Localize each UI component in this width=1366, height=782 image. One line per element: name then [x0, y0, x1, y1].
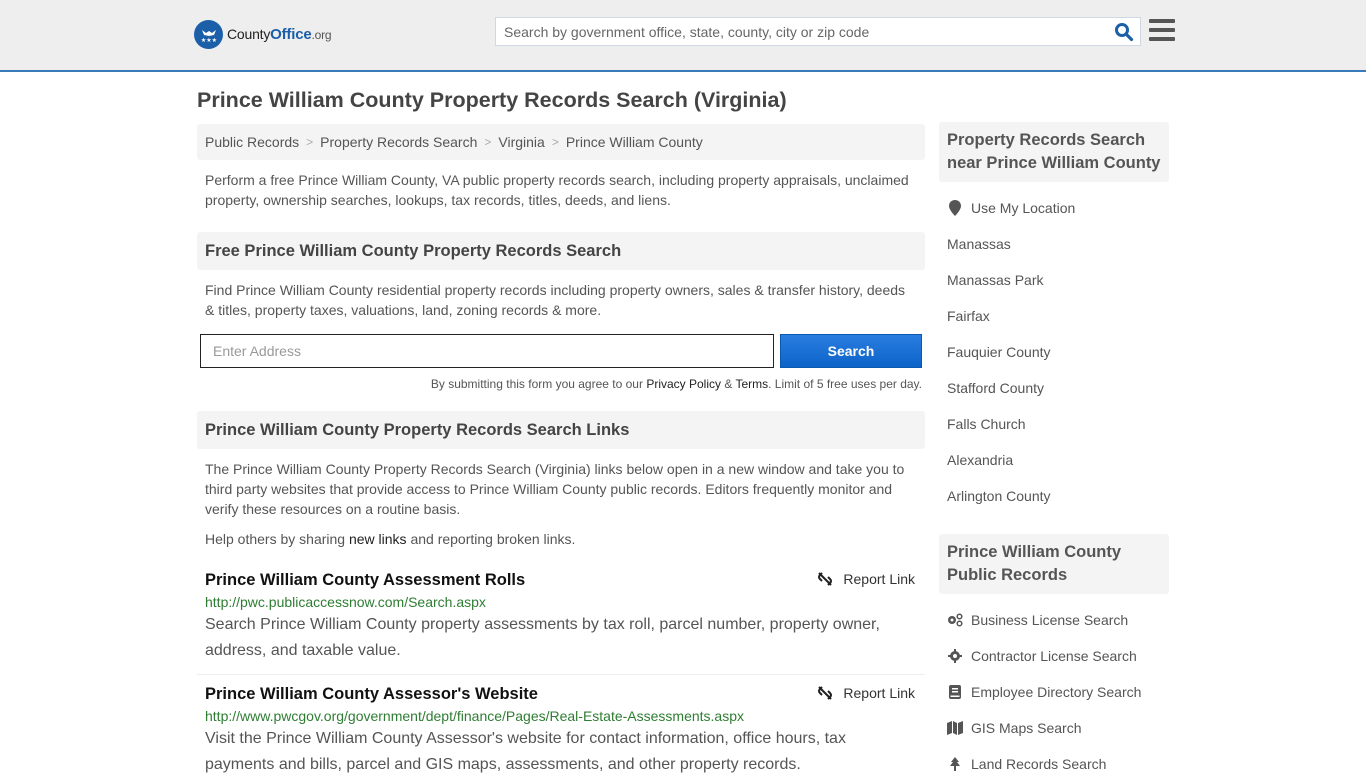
privacy-policy-link[interactable]: Privacy Policy — [646, 377, 721, 391]
intro-text: Perform a free Prince William County, VA… — [205, 172, 909, 208]
nearby-item[interactable]: Arlington County — [947, 478, 1161, 514]
public-record-link[interactable]: Business License Search — [971, 612, 1128, 628]
nearby-item[interactable]: Stafford County — [947, 370, 1161, 406]
nearby-link[interactable]: Arlington County — [947, 488, 1051, 504]
eagle-stars-icon: ★★★ — [194, 20, 223, 49]
resource-link-url: http://pwc.publicaccessnow.com/Search.as… — [205, 594, 486, 610]
free-search-description: Find Prince William County residential p… — [205, 282, 906, 318]
report-link-label: Report Link — [843, 685, 915, 701]
divider — [197, 674, 925, 675]
broken-link-icon — [818, 686, 833, 700]
help-suffix: and reporting broken links. — [406, 531, 576, 547]
breadcrumb-prince-william-county[interactable]: Prince William County — [566, 134, 703, 150]
resource-link-description: Search Prince William County property as… — [205, 616, 880, 659]
public-record-item[interactable]: Business License Search — [947, 602, 1161, 638]
nearby-link[interactable]: Stafford County — [947, 380, 1044, 396]
logo-text: CountyOffice.org — [227, 26, 332, 43]
address-search-form: Search — [197, 334, 925, 368]
resource-link-title[interactable]: Prince William County Assessor's Website — [205, 685, 538, 703]
gear-icon — [947, 648, 963, 664]
tree-icon — [947, 756, 963, 772]
resource-link-url: http://www.pwcgov.org/government/dept/fi… — [205, 708, 745, 724]
public-records-list: Business License Search Contractor Licen… — [939, 594, 1169, 782]
report-link-label: Report Link — [843, 571, 915, 587]
public-record-item[interactable]: Employee Directory Search — [947, 674, 1161, 710]
map-marker-icon — [947, 200, 963, 216]
nearby-link[interactable]: Falls Church — [947, 416, 1026, 432]
breadcrumb-property-records-search[interactable]: Property Records Search — [320, 134, 477, 150]
public-records-heading: Prince William County Public Records — [939, 534, 1169, 594]
gears-icon — [947, 612, 963, 628]
terms-link[interactable]: Terms — [735, 377, 768, 391]
form-terms-note: By submitting this form you agree to our… — [197, 377, 925, 391]
note-prefix: By submitting this form you agree to our — [430, 377, 647, 391]
nearby-link[interactable]: Alexandria — [947, 452, 1013, 468]
svg-text:★★★: ★★★ — [200, 37, 216, 44]
nearby-item[interactable]: Fauquier County — [947, 334, 1161, 370]
address-search-button[interactable]: Search — [780, 334, 922, 368]
nearby-link[interactable]: Fauquier County — [947, 344, 1051, 360]
report-link-button[interactable]: Report Link — [817, 685, 915, 701]
help-text: Help others by sharing new links and rep… — [197, 529, 925, 549]
public-record-item[interactable]: GIS Maps Search — [947, 710, 1161, 746]
new-links-link[interactable]: new links — [349, 531, 407, 547]
sidebar: Property Records Search near Prince Will… — [939, 122, 1169, 782]
free-search-heading: Free Prince William County Property Reco… — [197, 232, 925, 270]
help-prefix: Help others by sharing — [205, 531, 349, 547]
breadcrumb-separator: > — [551, 135, 559, 149]
public-record-link[interactable]: GIS Maps Search — [971, 720, 1082, 736]
broken-link-icon — [818, 572, 833, 586]
report-link-button[interactable]: Report Link — [817, 571, 915, 587]
nearby-link[interactable]: Manassas — [947, 236, 1011, 252]
nearby-item[interactable]: Alexandria — [947, 442, 1161, 478]
note-amp: & — [721, 377, 736, 391]
main-content: Public Records > Property Records Search… — [197, 124, 925, 778]
nearby-link[interactable]: Fairfax — [947, 308, 990, 324]
nearby-item[interactable]: Falls Church — [947, 406, 1161, 442]
site-search-input[interactable] — [496, 18, 1096, 45]
breadcrumb-virginia[interactable]: Virginia — [498, 134, 544, 150]
hamburger-menu-icon[interactable] — [1149, 19, 1175, 43]
public-record-item[interactable]: Land Records Search — [947, 746, 1161, 782]
site-header: ★★★ CountyOffice.org — [0, 0, 1366, 72]
address-input[interactable] — [200, 334, 774, 368]
resource-link-description: Visit the Prince William County Assessor… — [205, 730, 846, 773]
links-section-heading: Prince William County Property Records S… — [197, 411, 925, 449]
use-my-location-link[interactable]: Use My Location — [971, 200, 1075, 216]
nearby-list: Use My Location Manassas Manassas Park F… — [939, 182, 1169, 514]
note-suffix: . Limit of 5 free uses per day. — [768, 377, 922, 391]
map-icon — [947, 720, 963, 736]
resource-link-item: Prince William County Assessment Rolls R… — [197, 571, 925, 664]
use-my-location-item[interactable]: Use My Location — [947, 190, 1161, 226]
resource-link-item: Prince William County Assessor's Website… — [197, 685, 925, 778]
resource-link-title[interactable]: Prince William County Assessment Rolls — [205, 571, 525, 589]
nearby-link[interactable]: Manassas Park — [947, 272, 1043, 288]
nearby-item[interactable]: Manassas Park — [947, 262, 1161, 298]
public-record-item[interactable]: Contractor License Search — [947, 638, 1161, 674]
breadcrumb-public-records[interactable]: Public Records — [205, 134, 299, 150]
site-search — [495, 17, 1141, 46]
nearby-item[interactable]: Manassas — [947, 226, 1161, 262]
book-icon — [947, 684, 963, 700]
breadcrumb-separator: > — [484, 135, 492, 149]
breadcrumb: Public Records > Property Records Search… — [197, 124, 925, 160]
search-icon[interactable] — [1114, 22, 1134, 42]
page-title: Prince William County Property Records S… — [197, 88, 787, 112]
public-record-link[interactable]: Contractor License Search — [971, 648, 1137, 664]
site-logo[interactable]: ★★★ CountyOffice.org — [194, 20, 332, 49]
links-section-description: The Prince William County Property Recor… — [205, 461, 905, 517]
nearby-heading: Property Records Search near Prince Will… — [939, 122, 1169, 182]
public-record-link[interactable]: Land Records Search — [971, 756, 1106, 772]
nearby-item[interactable]: Fairfax — [947, 298, 1161, 334]
breadcrumb-separator: > — [306, 135, 314, 149]
public-record-link[interactable]: Employee Directory Search — [971, 684, 1141, 700]
